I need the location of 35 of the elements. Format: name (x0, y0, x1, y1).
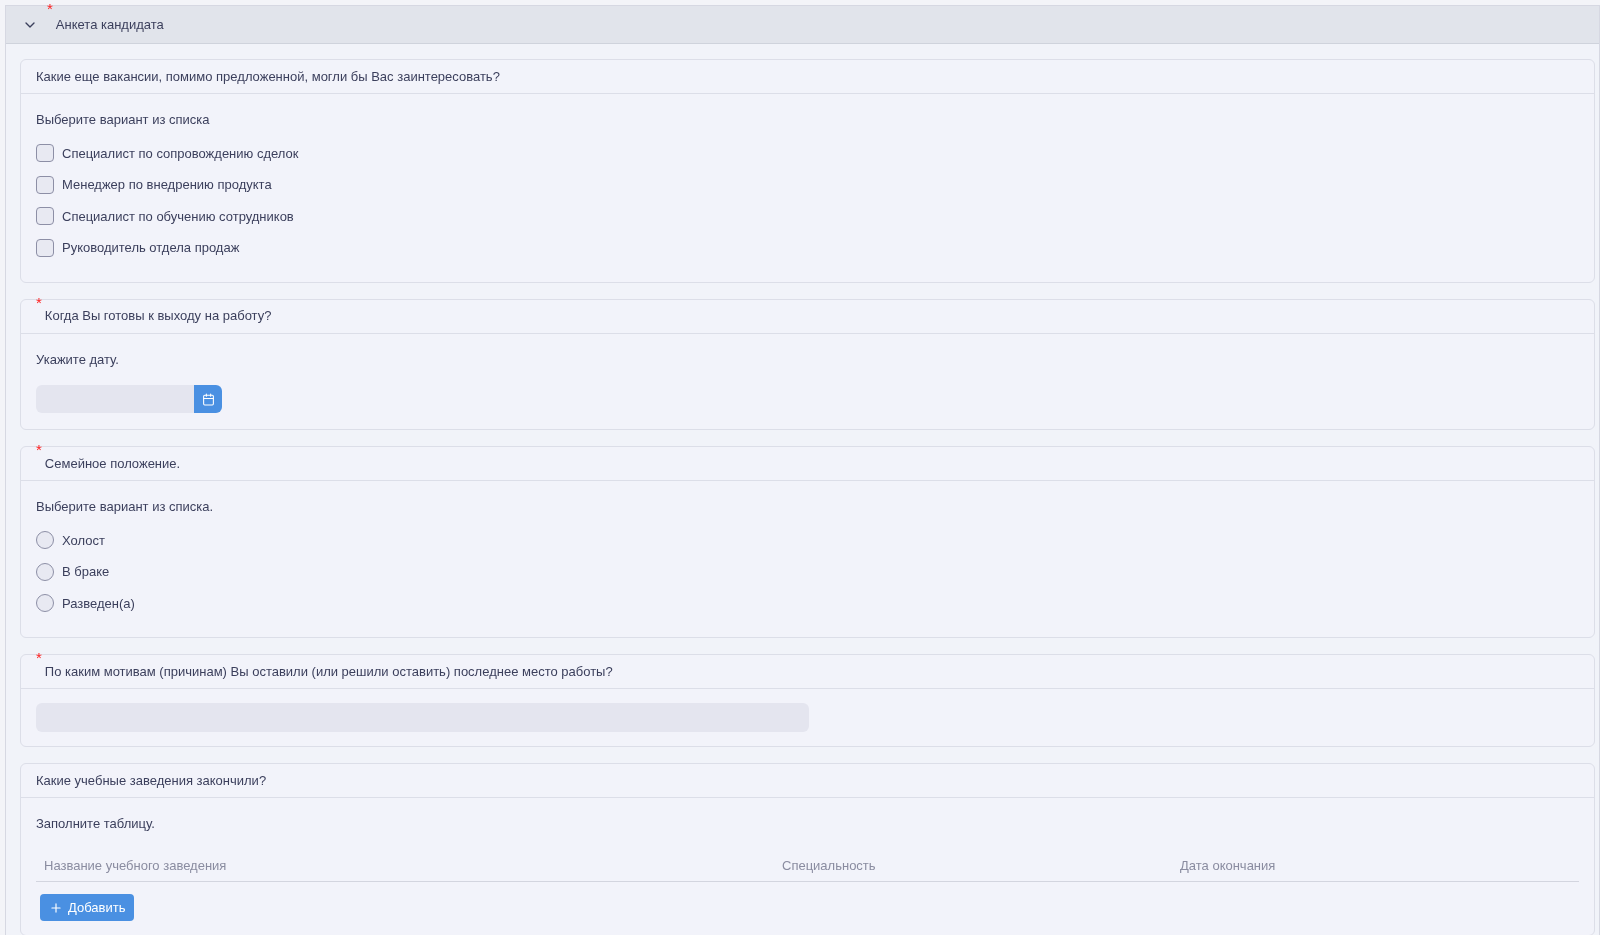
section-header[interactable]: * Анкета кандидата (6, 6, 1599, 44)
checkbox[interactable] (36, 238, 54, 257)
question-hint: Выберите вариант из списка. (36, 498, 215, 516)
radio-button[interactable] (36, 594, 54, 613)
question-title: Когда Вы готовы к выходу на работу? (44, 307, 272, 326)
required-asterisk: * (36, 442, 42, 457)
option-label: Менеджер по внедрению продукта (62, 176, 272, 194)
calendar-button[interactable] (194, 385, 222, 413)
question-hint: Выберите вариант из списка (36, 111, 211, 129)
option-label: В браке (62, 563, 110, 581)
required-asterisk: * (36, 294, 42, 310)
option-label: Холост (62, 531, 105, 550)
plus-icon (49, 900, 63, 915)
checkbox[interactable] (36, 175, 54, 194)
column-header: Название учебного заведения (44, 857, 227, 873)
checkbox[interactable] (36, 144, 54, 163)
question-hint: Заполните таблицу. (36, 815, 156, 833)
question-hint: Укажите дату. (36, 350, 120, 369)
option-label: Руководитель отдела продаж (62, 239, 240, 257)
checkbox[interactable] (36, 207, 54, 226)
option-label: Специалист по сопровождению сделок (62, 144, 299, 163)
option-label: Специалист по обучению сотрудников (62, 207, 294, 226)
question-title: Какие учебные заведения закончили? (36, 771, 267, 790)
question-title: По каким мотивам (причинам) Вы оставили (или решили оставить) последнее место работы? (44, 662, 613, 681)
column-header: Специальность (782, 857, 876, 873)
option-label: Разведен(а) (62, 594, 135, 613)
question-title: Какие еще вакансии, помимо предложенной, могли бы Вас заинтересовать? (36, 67, 500, 86)
column-header: Дата окончания (1180, 857, 1276, 873)
calendar-icon (201, 392, 215, 406)
date-field[interactable] (36, 385, 194, 413)
radio-button[interactable] (36, 562, 54, 581)
question-title: Семейное положение. (44, 454, 181, 473)
section-title: Анкета кандидата (55, 15, 164, 34)
radio-button[interactable] (36, 531, 54, 550)
required-asterisk: * (36, 650, 42, 665)
